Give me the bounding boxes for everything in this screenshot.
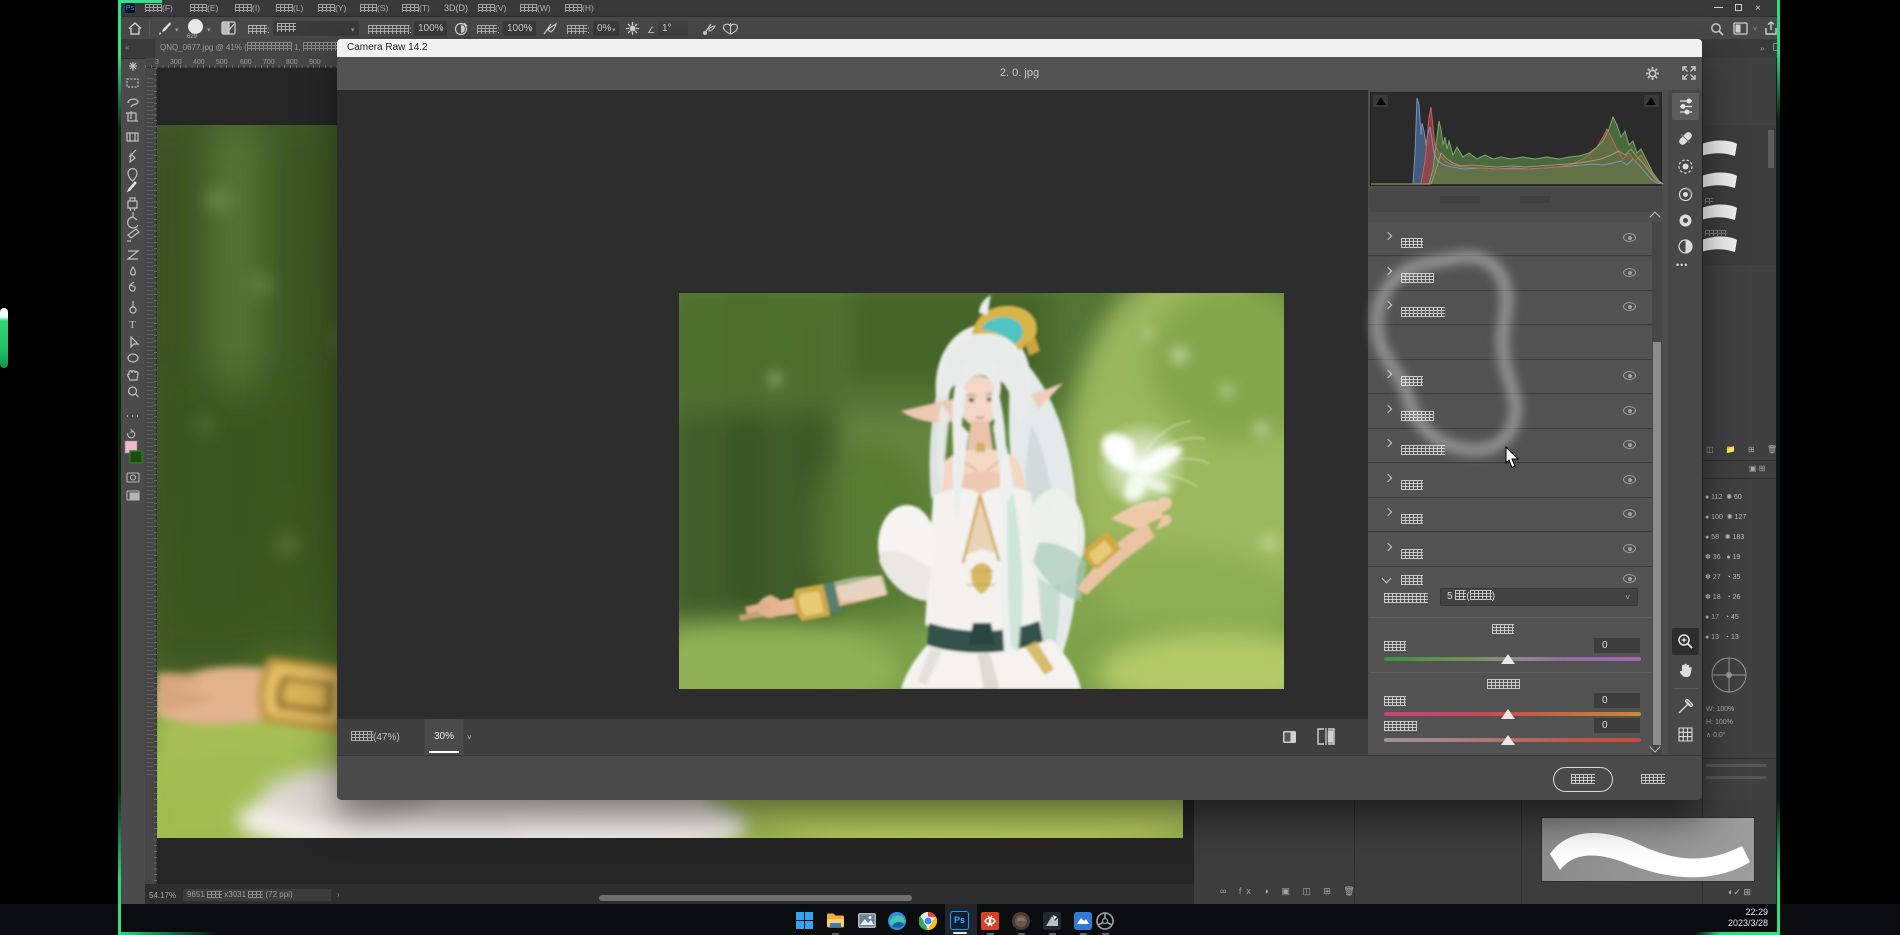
svg-text:T: T <box>129 319 136 331</box>
